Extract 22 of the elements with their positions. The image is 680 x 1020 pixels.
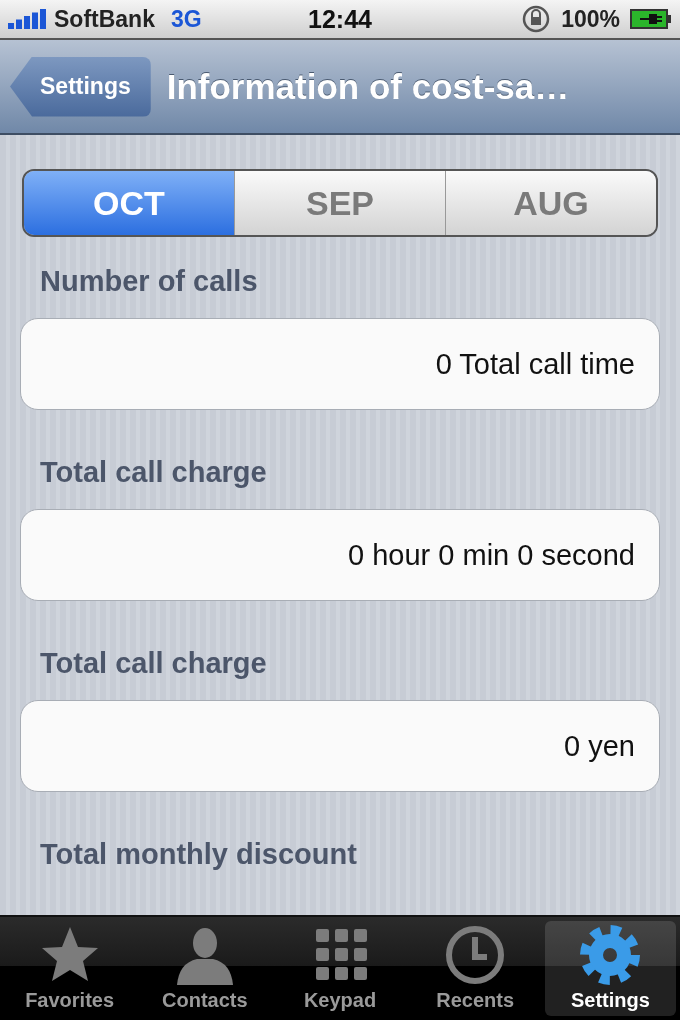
- battery-percent: 100%: [561, 5, 620, 33]
- signal-icon: [8, 9, 48, 29]
- section-heading: Total call charge: [40, 647, 268, 680]
- section-heading: Number of calls: [40, 265, 259, 298]
- back-button[interactable]: Settings: [10, 56, 151, 117]
- carrier-name: SoftBank: [54, 5, 155, 33]
- tab-bar-item[interactable]: Recents: [409, 921, 541, 1016]
- battery-icon: [630, 9, 672, 29]
- tab-bar-item[interactable]: Settings: [544, 921, 676, 1016]
- clock-time: 12:44: [307, 4, 373, 34]
- value-row: 0 Total call time: [20, 318, 660, 410]
- section-heading: Total call charge: [40, 456, 268, 489]
- tab-bar-item[interactable]: Contacts: [139, 921, 271, 1016]
- rotation-lock-icon: [521, 4, 552, 34]
- settings-icon: [578, 923, 643, 987]
- tab-bar-item[interactable]: Keypad: [274, 921, 406, 1016]
- value-row: 0 hour 0 min 0 second: [20, 509, 660, 601]
- section-heading: Total monthly discount: [40, 838, 358, 871]
- network-type: 3G: [170, 5, 202, 33]
- value-row: 0 yen: [20, 700, 660, 792]
- page-title: Information of cost-sa…: [166, 66, 570, 107]
- tab-bar-item[interactable]: Favorites: [4, 921, 136, 1016]
